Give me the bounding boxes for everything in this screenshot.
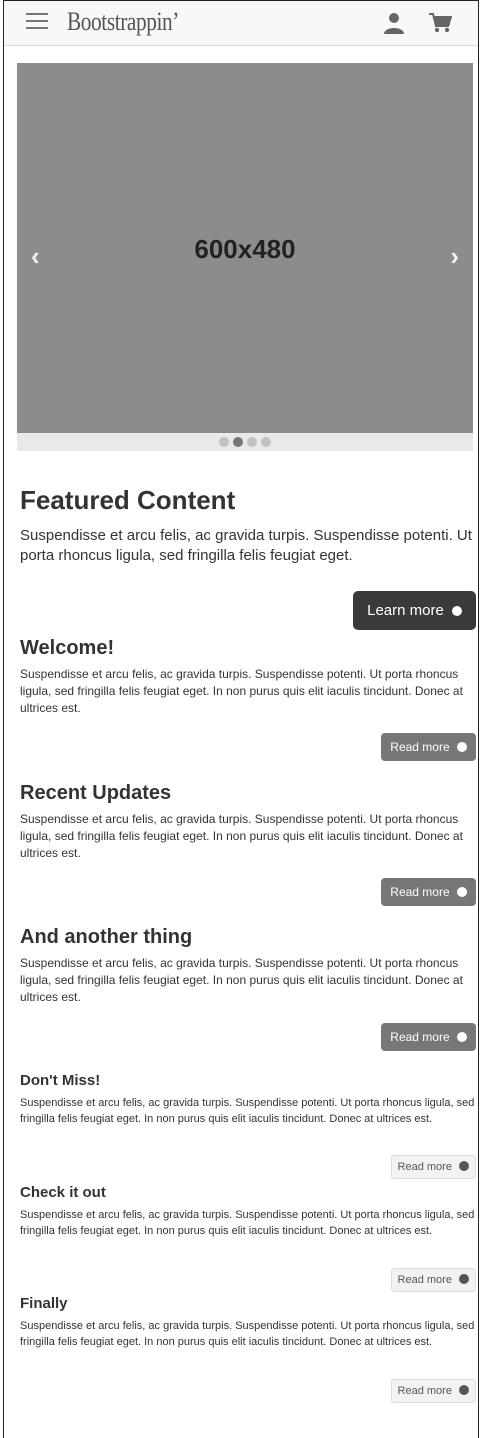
arrow-circle-right-icon — [457, 742, 467, 752]
brand-logo[interactable]: Bootstrappin’ — [67, 7, 179, 37]
arrow-circle-right-icon — [459, 1274, 469, 1284]
read-more-label: Read more — [397, 1274, 452, 1286]
carousel[interactable]: 600x480 ‹ › — [17, 63, 473, 451]
carousel-indicators — [17, 433, 473, 451]
chevron-left-icon[interactable]: ‹ — [31, 243, 40, 269]
read-more-label: Read more — [390, 1030, 450, 1044]
section-text: Suspendisse et arcu felis, ac gravida tu… — [20, 956, 463, 1004]
read-more-button[interactable]: Read more — [390, 1379, 476, 1403]
section-title: Welcome! — [20, 637, 115, 659]
another-thing-section: And another thing Suspendisse et arcu fe… — [20, 926, 476, 1051]
arrow-circle-right-icon — [457, 887, 467, 897]
read-more-label: Read more — [397, 1161, 452, 1173]
carousel-indicator[interactable] — [247, 437, 257, 447]
read-more-button[interactable]: Read more — [381, 733, 476, 761]
arrow-circle-right-icon — [452, 606, 462, 616]
nav-icons — [382, 12, 452, 34]
user-icon[interactable] — [382, 12, 406, 34]
read-more-label: Read more — [390, 885, 450, 899]
chevron-right-icon[interactable]: › — [450, 243, 459, 269]
welcome-section: Welcome! Suspendisse et arcu felis, ac g… — [20, 637, 476, 761]
section-title: And another thing — [20, 926, 193, 948]
carousel-indicator-active[interactable] — [233, 437, 243, 447]
featured-title: Featured Content — [20, 485, 236, 515]
section-text: Suspendisse et arcu felis, ac gravida tu… — [20, 667, 463, 715]
navbar: Bootstrappin’ — [4, 1, 478, 46]
learn-more-label: Learn more — [367, 602, 444, 619]
check-it-out-section: Check it out Suspendisse et arcu felis, … — [20, 1184, 476, 1292]
carousel-indicator[interactable] — [219, 437, 229, 447]
section-title: Don't Miss! — [20, 1072, 101, 1089]
read-more-button[interactable]: Read more — [381, 878, 476, 906]
carousel-slide-label: 600x480 — [194, 234, 296, 264]
read-more-button[interactable]: Read more — [390, 1155, 476, 1179]
recent-updates-section: Recent Updates Suspendisse et arcu felis… — [20, 782, 476, 906]
section-text: Suspendisse et arcu felis, ac gravida tu… — [20, 1320, 475, 1348]
read-more-label: Read more — [397, 1385, 452, 1397]
page: Bootstrappin’ 600x480 ‹ › Featured Conte… — [3, 0, 479, 1438]
learn-more-button[interactable]: Learn more — [353, 591, 476, 630]
section-title: Check it out — [20, 1184, 106, 1201]
featured-text: Suspendisse et arcu felis, ac gravida tu… — [20, 527, 472, 564]
dont-miss-section: Don't Miss! Suspendisse et arcu felis, a… — [20, 1072, 476, 1179]
arrow-circle-right-icon — [457, 1032, 467, 1042]
carousel-indicator[interactable] — [261, 437, 271, 447]
arrow-circle-right-icon — [459, 1161, 469, 1171]
read-more-button[interactable]: Read more — [381, 1023, 476, 1051]
section-title: Finally — [20, 1295, 68, 1312]
arrow-circle-right-icon — [459, 1385, 469, 1395]
section-text: Suspendisse et arcu felis, ac gravida tu… — [20, 1209, 475, 1237]
section-title: Recent Updates — [20, 782, 172, 804]
cart-icon[interactable] — [428, 12, 452, 34]
menu-icon[interactable] — [26, 13, 48, 31]
read-more-button[interactable]: Read more — [390, 1268, 476, 1292]
section-text: Suspendisse et arcu felis, ac gravida tu… — [20, 1097, 475, 1125]
read-more-label: Read more — [390, 740, 450, 754]
finally-section: Finally Suspendisse et arcu felis, ac gr… — [20, 1295, 476, 1403]
section-text: Suspendisse et arcu felis, ac gravida tu… — [20, 812, 463, 860]
featured-section: Featured Content Suspendisse et arcu fel… — [20, 485, 476, 630]
